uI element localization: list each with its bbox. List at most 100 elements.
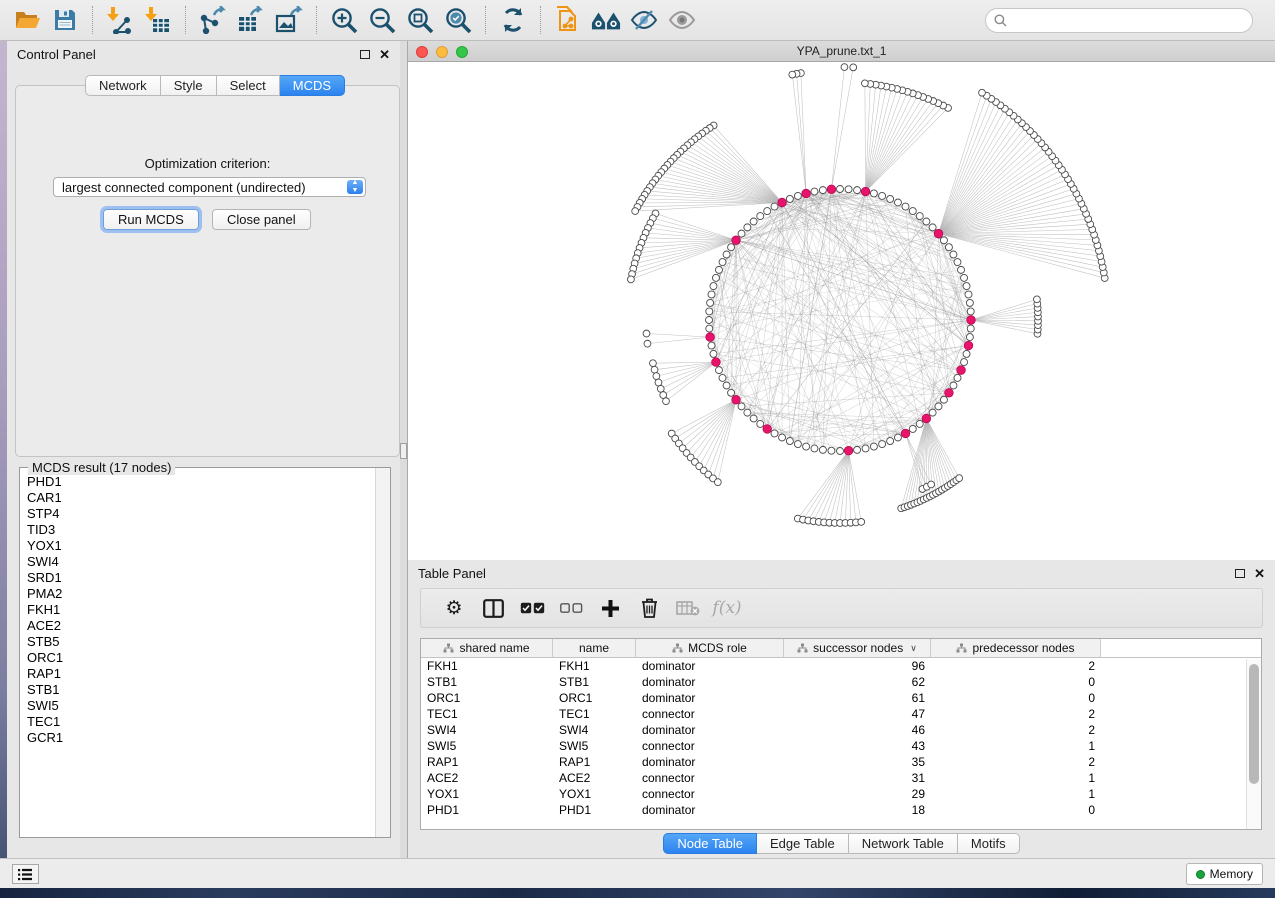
graph-node[interactable] [779, 434, 786, 441]
mcds-hub-node[interactable] [861, 187, 870, 196]
table-row[interactable]: FKH1FKH1dominator962 [421, 658, 1261, 674]
refresh-layout-icon[interactable] [498, 5, 528, 35]
table-row[interactable]: SWI5SWI5connector431 [421, 738, 1261, 754]
graph-node[interactable] [710, 350, 717, 357]
mcds-hub-node[interactable] [802, 189, 811, 198]
mcds-result-item[interactable]: STB1 [27, 682, 374, 698]
graph-node[interactable] [723, 251, 730, 258]
float-panel-icon[interactable] [360, 50, 370, 59]
column-header-predecessor-nodes[interactable]: predecessor nodes [931, 639, 1101, 658]
mcds-list-scrollbar[interactable] [375, 468, 390, 837]
add-column-icon[interactable] [593, 593, 627, 623]
close-window-icon[interactable] [416, 46, 428, 58]
memory-button[interactable]: Memory [1186, 863, 1263, 885]
network-from-selection-icon[interactable] [553, 5, 583, 35]
graph-node[interactable] [879, 441, 886, 448]
graph-node[interactable] [837, 448, 844, 455]
graph-node[interactable] [728, 244, 735, 251]
table-scrollbar-thumb[interactable] [1249, 664, 1259, 784]
graph-node[interactable] [909, 208, 916, 215]
import-network-icon[interactable] [105, 5, 135, 35]
graph-node[interactable] [744, 409, 751, 416]
graph-node[interactable] [854, 187, 861, 194]
graph-node[interactable] [902, 203, 909, 210]
first-neighbors-icon[interactable] [591, 5, 621, 35]
graph-node[interactable] [757, 213, 764, 220]
show-all-icon[interactable] [667, 5, 697, 35]
graph-node[interactable] [916, 420, 923, 427]
graph-node[interactable] [845, 186, 852, 193]
graph-node[interactable] [965, 291, 972, 298]
graph-node[interactable] [870, 443, 877, 450]
column-header-MCDS-role[interactable]: MCDS role [636, 639, 784, 658]
graph-node[interactable] [870, 190, 877, 197]
mcds-result-item[interactable]: SWI5 [27, 698, 374, 714]
graph-node[interactable] [819, 446, 826, 453]
close-panel-icon[interactable]: ✕ [1254, 567, 1265, 580]
graph-node[interactable] [940, 396, 947, 403]
close-panel-icon[interactable]: ✕ [379, 48, 390, 61]
tab-mcds[interactable]: MCDS [280, 75, 345, 96]
graph-node[interactable] [929, 224, 936, 231]
mcds-result-item[interactable]: SWI4 [27, 554, 374, 570]
table-scrollbar[interactable] [1246, 659, 1261, 829]
table-row[interactable]: PHD1PHD1dominator180 [421, 802, 1261, 818]
splitter-handle[interactable] [400, 443, 407, 459]
graph-leaf-node[interactable] [644, 340, 651, 347]
graph-node[interactable] [966, 299, 973, 306]
tab-style[interactable]: Style [161, 75, 217, 96]
tab-network-table[interactable]: Network Table [849, 833, 958, 854]
graph-node[interactable] [828, 447, 835, 454]
graph-node[interactable] [916, 213, 923, 220]
graph-node[interactable] [706, 317, 713, 324]
graph-leaf-node[interactable] [643, 330, 650, 337]
graph-node[interactable] [811, 188, 818, 195]
graph-node[interactable] [940, 237, 947, 244]
mcds-hub-node[interactable] [778, 198, 787, 207]
mcds-result-item[interactable]: PHD1 [27, 474, 374, 490]
mcds-result-item[interactable]: STB5 [27, 634, 374, 650]
graph-node[interactable] [954, 374, 961, 381]
graph-node[interactable] [945, 244, 952, 251]
graph-node[interactable] [950, 251, 957, 258]
graph-node[interactable] [738, 230, 745, 237]
tab-network[interactable]: Network [85, 75, 161, 96]
table-row[interactable]: RAP1RAP1dominator352 [421, 754, 1261, 770]
graph-node[interactable] [963, 350, 970, 357]
tab-select[interactable]: Select [217, 75, 280, 96]
mcds-result-item[interactable]: PMA2 [27, 586, 374, 602]
tab-motifs[interactable]: Motifs [958, 833, 1020, 854]
hide-selected-icon[interactable] [629, 5, 659, 35]
run-mcds-button[interactable]: Run MCDS [103, 209, 199, 230]
mcds-result-item[interactable]: STP4 [27, 506, 374, 522]
graph-node[interactable] [819, 187, 826, 194]
mcds-hub-node[interactable] [922, 414, 931, 423]
graph-node[interactable] [935, 403, 942, 410]
graph-node[interactable] [719, 259, 726, 266]
mcds-result-list[interactable]: PHD1CAR1STP4TID3YOX1SWI4SRD1PMA2FKH1ACE2… [21, 470, 374, 836]
graph-node[interactable] [963, 283, 970, 290]
graph-leaf-node[interactable] [979, 89, 986, 96]
graph-node[interactable] [712, 274, 719, 281]
graph-node[interactable] [794, 192, 801, 199]
graph-node[interactable] [958, 266, 965, 273]
zoom-in-icon[interactable] [329, 5, 359, 35]
graph-leaf-node[interactable] [850, 64, 857, 71]
search-input[interactable] [1007, 11, 1252, 31]
graph-node[interactable] [923, 218, 930, 225]
export-network-icon[interactable] [198, 5, 228, 35]
graph-node[interactable] [750, 218, 757, 225]
import-table-icon[interactable] [143, 5, 173, 35]
graph-node[interactable] [967, 325, 974, 332]
mcds-result-item[interactable]: CAR1 [27, 490, 374, 506]
graph-leaf-node[interactable] [650, 360, 657, 367]
mcds-result-item[interactable]: ACE2 [27, 618, 374, 634]
network-window-titlebar[interactable]: YPA_prune.txt_1 [408, 41, 1275, 62]
graph-node[interactable] [715, 367, 722, 374]
mcds-hub-node[interactable] [712, 358, 721, 367]
graph-node[interactable] [706, 308, 713, 315]
graph-node[interactable] [803, 443, 810, 450]
graph-node[interactable] [862, 445, 869, 452]
graph-leaf-node[interactable] [655, 379, 662, 386]
graph-leaf-node[interactable] [841, 64, 848, 71]
